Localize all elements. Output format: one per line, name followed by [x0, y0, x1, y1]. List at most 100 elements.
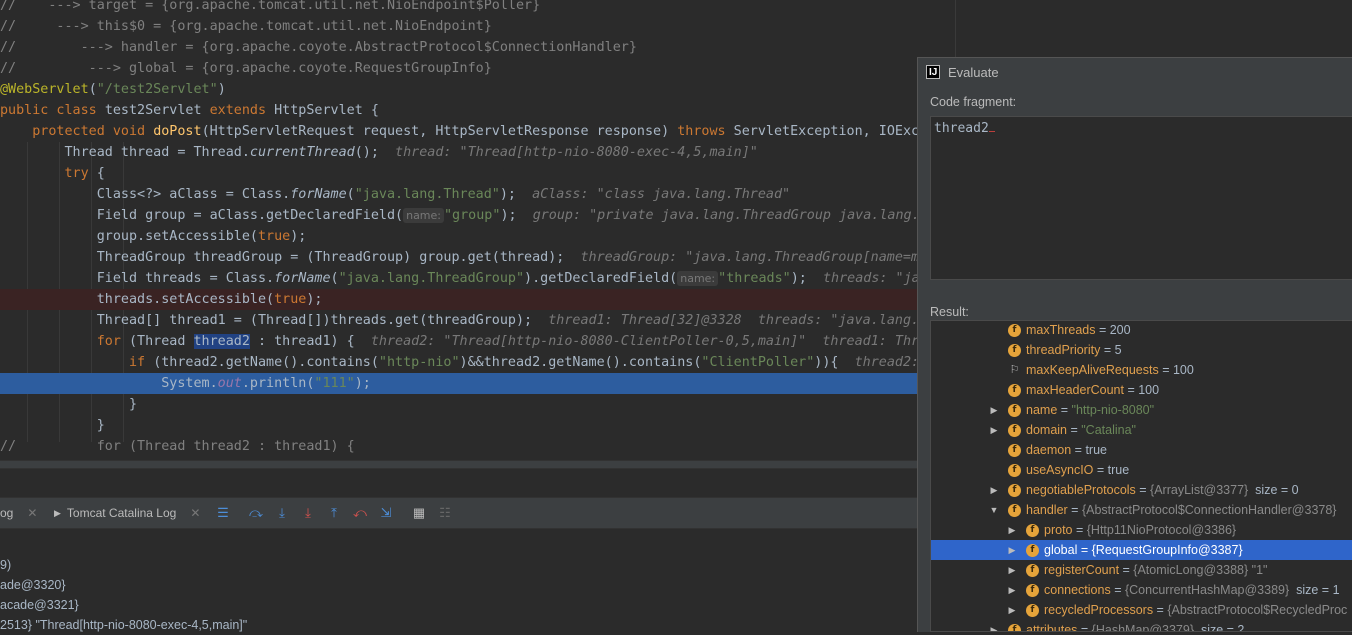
tab-tomcat-catalina-log[interactable]: ▶ Tomcat Catalina Log ✕ — [54, 498, 200, 528]
code-line[interactable]: if (thread2.getName().contains("http-nio… — [0, 352, 956, 373]
code-token: (); — [354, 145, 396, 160]
menu-icon[interactable]: ☰ — [215, 505, 231, 521]
code-token: ); — [790, 271, 823, 286]
code-token: ); — [499, 187, 533, 202]
code-line[interactable]: for (Thread thread2 : thread1) { thread2… — [0, 331, 956, 352]
expanded-arrow-icon[interactable]: ▼ — [989, 505, 999, 515]
tree-row-negotiableProtocols[interactable]: ▶ f negotiableProtocols = {ArrayList@3377}… — [931, 480, 1352, 500]
field-icon: f — [1026, 583, 1039, 597]
field-icon: f — [1008, 383, 1021, 397]
code-token: extends — [209, 103, 275, 118]
tree-row-useAsyncIO[interactable]: f useAsyncIO = true — [931, 460, 1352, 480]
collapsed-arrow-icon[interactable]: ▶ — [989, 405, 999, 416]
collapsed-arrow-icon[interactable]: ▶ — [989, 485, 999, 496]
list-item[interactable]: ade@3320} — [0, 575, 920, 595]
code-line[interactable]: } — [0, 415, 956, 436]
field-value: "http-nio-8080" — [1071, 403, 1155, 417]
code-token: forName — [290, 187, 347, 202]
flag-icon: ⚐ — [1009, 363, 1020, 376]
code-token: for — [96, 334, 129, 349]
code-token: ); — [354, 376, 371, 391]
code-line[interactable]: System.out.println("111"); — [0, 373, 956, 394]
field-name: name — [1026, 403, 1058, 417]
dialog-title: Evaluate — [948, 64, 999, 80]
dialog-title-bar[interactable]: IJ Evaluate — [918, 58, 1352, 86]
force-step-into-icon[interactable]: ⤓ — [300, 505, 316, 521]
step-into-icon[interactable]: ⤓ — [274, 505, 290, 521]
field-icon: f — [1026, 543, 1039, 557]
field-icon: f — [1026, 563, 1039, 577]
code-line[interactable]: // ---> handler = {org.apache.coyote.Abs… — [0, 37, 956, 58]
list-item[interactable]: 9) — [0, 555, 920, 575]
tab-log[interactable]: og ✕ — [0, 498, 37, 528]
field-value: "Catalina" — [1081, 423, 1136, 437]
code-line[interactable]: group.setAccessible(true); — [0, 226, 956, 247]
field-value: 100 — [1138, 383, 1160, 397]
tree-row-maxKeepAliveRequests[interactable]: ⚐ maxKeepAliveRequests = 100 — [931, 360, 1352, 380]
debug-toolbar: og ✕ ▶ Tomcat Catalina Log ✕ ☰ ⤼ ⤓ ⤓ ⤒ ⤺… — [0, 497, 920, 529]
collapsed-arrow-icon[interactable]: ▶ — [1007, 565, 1017, 576]
code-line[interactable]: public class test2Servlet extends HttpSe… — [0, 100, 956, 121]
collapsed-arrow-icon[interactable]: ▶ — [1007, 605, 1017, 616]
code-line[interactable]: threads.setAccessible(true); — [0, 289, 956, 310]
settings-icon[interactable]: ☷ — [437, 505, 453, 521]
field-name: maxKeepAliveRequests — [1026, 363, 1159, 377]
drop-frame-icon[interactable]: ⤺ — [352, 505, 368, 521]
code-line[interactable]: Thread thread = Thread.currentThread(); … — [0, 142, 956, 163]
field-value: 200 — [1109, 323, 1131, 337]
tree-row-proto[interactable]: ▶ f proto = {Http11NioProtocol@3386} — [931, 520, 1352, 540]
tree-row-registerCount[interactable]: ▶ f registerCount = {AtomicLong@3388} "1" — [931, 560, 1352, 580]
code-line[interactable]: Field group = aClass.getDeclaredField(na… — [0, 205, 956, 226]
close-icon[interactable]: ✕ — [190, 498, 200, 528]
code-fragment-input[interactable]: thread2 — [930, 116, 1352, 280]
tree-row-connections[interactable]: ▶ f connections = {ConcurrentHashMap@3389}… — [931, 580, 1352, 600]
equals-sign: = — [1067, 423, 1082, 437]
tree-row-global[interactable]: ▶ f global = {RequestGroupInfo@3387} — [931, 540, 1352, 560]
code-token: forName — [274, 271, 331, 286]
tree-row-threadPriority[interactable]: f threadPriority = 5 — [931, 340, 1352, 360]
tree-row-name[interactable]: ▶ f name = "http-nio-8080" — [931, 400, 1352, 420]
code-token: true — [274, 292, 307, 307]
code-line[interactable]: Field threads = Class.forName("java.lang… — [0, 268, 956, 289]
code-line[interactable]: // ---> global = {org.apache.coyote.Requ… — [0, 58, 956, 79]
collapsed-arrow-icon[interactable]: ▶ — [989, 425, 999, 436]
result-tree[interactable]: f maxThreads = 200 f threadPriority = 5 ⚐ max… — [930, 320, 1352, 632]
tree-row-domain[interactable]: ▶ f domain = "Catalina" — [931, 420, 1352, 440]
code-line[interactable]: Thread[] thread1 = (Thread[])threads.get… — [0, 310, 956, 331]
field-value: true — [1107, 463, 1130, 477]
tree-row-maxThreads[interactable]: f maxThreads = 200 — [931, 321, 1352, 340]
code-editor[interactable]: // ---> target = {org.apache.tomcat.util… — [0, 0, 956, 460]
code-line[interactable]: } — [0, 394, 956, 415]
tree-row-handler[interactable]: ▼ f handler = {AbstractProtocol$Connection… — [931, 500, 1352, 520]
field-icon: f — [1008, 483, 1021, 497]
tree-row-daemon[interactable]: f daemon = true — [931, 440, 1352, 460]
field-icon: f — [1008, 423, 1021, 437]
equals-sign: = — [1095, 323, 1110, 337]
list-item[interactable]: acade@3321} — [0, 595, 920, 615]
close-icon[interactable]: ✕ — [27, 498, 37, 528]
code-token: { — [96, 166, 105, 181]
collapsed-arrow-icon[interactable]: ▶ — [1007, 545, 1017, 556]
code-line[interactable]: try { — [0, 163, 956, 184]
code-line[interactable]: Class<?> aClass = Class.forName("java.la… — [0, 184, 956, 205]
code-line[interactable]: ThreadGroup threadGroup = (ThreadGroup) … — [0, 247, 956, 268]
code-token: currentThread — [249, 145, 355, 160]
tree-row-recycledProcessors[interactable]: ▶ f recycledProcessors = {AbstractProtocol… — [931, 600, 1352, 620]
run-to-cursor-icon[interactable]: ⇲ — [378, 505, 394, 521]
code-line[interactable]: protected void doPost(HttpServletRequest… — [0, 121, 956, 142]
code-line[interactable]: @WebServlet("/test2Servlet") — [0, 79, 956, 100]
collapsed-arrow-icon[interactable]: ▶ — [1007, 585, 1017, 596]
collection-size: size = 0 — [1248, 483, 1299, 497]
step-over-icon[interactable]: ⤼ — [248, 505, 264, 521]
list-item[interactable]: 2513} "Thread[http-nio-8080-exec-4,5,mai… — [0, 615, 920, 635]
code-line[interactable]: // ---> target = {org.apache.tomcat.util… — [0, 0, 956, 16]
code-line[interactable]: // ---> this$0 = {org.apache.tomcat.util… — [0, 16, 956, 37]
tree-row-attributes[interactable]: ▶ f attributes = {HashMap@3379} size = 2 — [931, 620, 1352, 631]
tree-row-maxHeaderCount[interactable]: f maxHeaderCount = 100 — [931, 380, 1352, 400]
collapsed-arrow-icon[interactable]: ▶ — [1007, 525, 1017, 536]
step-out-icon[interactable]: ⤒ — [326, 505, 342, 521]
code-line[interactable]: // for (Thread thread2 : thread1) { — [0, 436, 956, 457]
code-token: if — [129, 355, 154, 370]
evaluate-icon[interactable]: ▦ — [411, 505, 427, 521]
